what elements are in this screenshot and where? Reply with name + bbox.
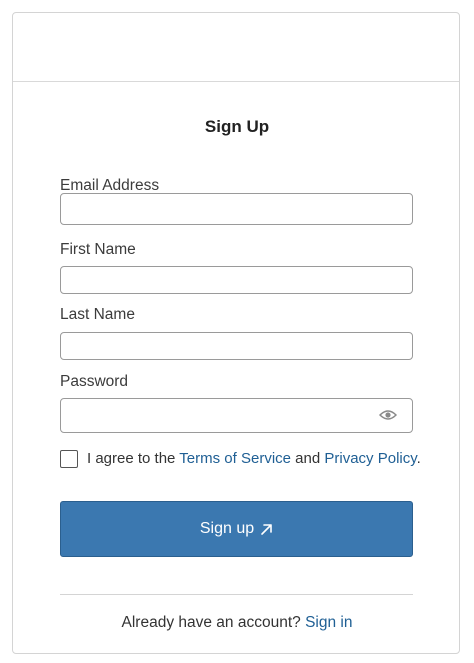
terms-of-service-link[interactable]: Terms of Service [179, 450, 291, 467]
password-label: Password [60, 373, 129, 390]
eye-icon[interactable] [379, 409, 397, 421]
agree-checkbox[interactable] [60, 450, 78, 468]
sign-in-link[interactable]: Sign in [305, 614, 352, 631]
last-name-label: Last Name [60, 306, 135, 323]
footer-prompt: Already have an account? [121, 614, 306, 631]
last-name-field[interactable] [60, 332, 413, 360]
agreement-suffix: . [416, 450, 421, 467]
first-name-label: First Name [60, 241, 136, 258]
arrow-up-right-icon [261, 523, 272, 535]
footer-divider [60, 594, 413, 595]
footer: Already have an account? Sign in [13, 614, 461, 632]
sign-up-button-label: Sign up [199, 520, 255, 537]
agreement-middle: and [291, 450, 325, 467]
email-field[interactable] [60, 193, 413, 225]
sign-up-button[interactable]: Sign up [60, 501, 413, 557]
password-field[interactable] [60, 398, 413, 433]
page-title: Sign Up [204, 117, 270, 136]
agreement-text: I agree to the Terms of Service and Priv… [87, 450, 421, 467]
signup-card: Sign Up Email Address First Name Last Na… [12, 12, 460, 654]
card-header [13, 13, 459, 82]
privacy-policy-link[interactable]: Privacy Policy [324, 450, 416, 467]
first-name-field[interactable] [60, 266, 413, 294]
agreement-prefix: I agree to the [87, 450, 180, 467]
